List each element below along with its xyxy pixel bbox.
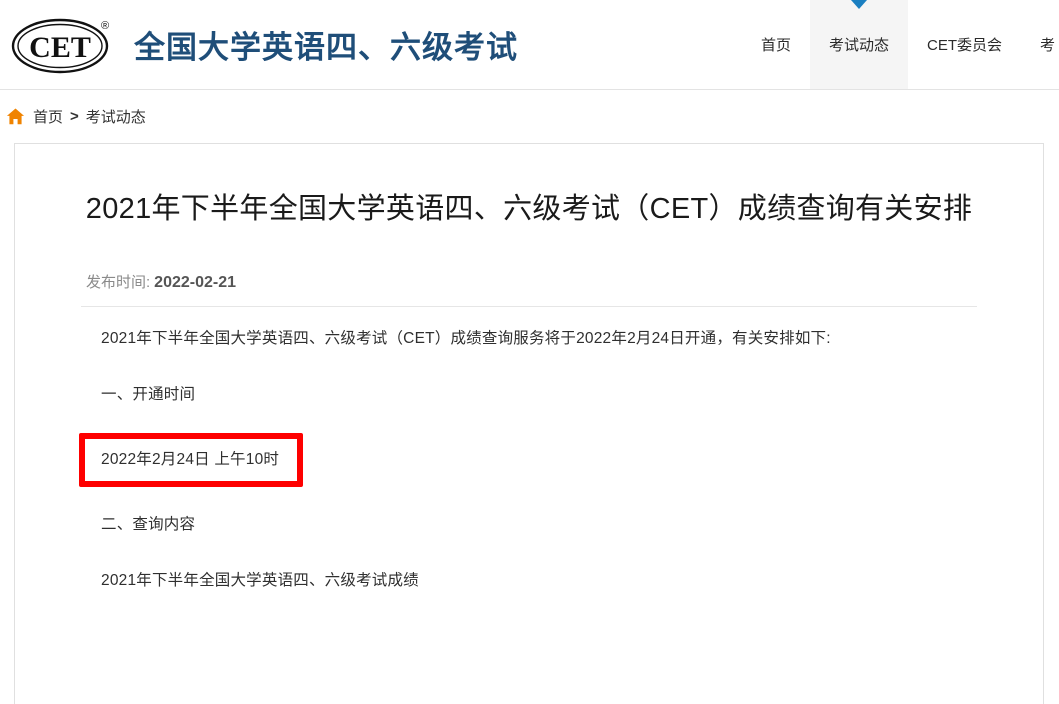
nav-item-exam-news-label: 考试动态	[829, 37, 890, 54]
main-nav: 首页 考试动态 CET委员会 考	[742, 0, 1059, 89]
nav-item-home[interactable]: 首页	[742, 0, 810, 89]
active-tab-caret-icon	[851, 0, 868, 9]
article: 2021年下半年全国大学英语四、六级考试（CET）成绩查询有关安排 发布时间: 2…	[15, 144, 1043, 609]
nav-item-truncated-label: 考	[1040, 37, 1056, 54]
cet-logo-wordmark: CET	[29, 31, 91, 64]
article-paragraph-query-content: 2021年下半年全国大学英语四、六级考试成绩	[101, 572, 419, 590]
article-body: 2021年下半年全国大学英语四、六级考试（CET）成绩查询服务将于2022年2月…	[79, 307, 977, 609]
breadcrumb: 首页 > 考试动态	[0, 90, 1059, 143]
nav-item-home-label: 首页	[761, 37, 792, 54]
article-title: 2021年下半年全国大学英语四、六级考试（CET）成绩查询有关安排	[85, 193, 973, 225]
article-paragraph-open-time-row: 2022年2月24日 上午10时	[79, 423, 977, 497]
publish-time-label: 发布时间:	[86, 273, 151, 291]
nav-item-cet-committee[interactable]: CET委员会	[908, 0, 1021, 89]
article-paragraph-intro: 2021年下半年全国大学英语四、六级考试（CET）成绩查询服务将于2022年2月…	[101, 329, 831, 347]
publish-date: 2022-02-21	[154, 273, 237, 291]
site-header: CET ® 全国大学英语四、六级考试 首页 考试动态 CET委员会 考	[0, 0, 1059, 90]
article-meta: 发布时间: 2022-02-21	[81, 271, 977, 307]
article-card: 2021年下半年全国大学英语四、六级考试（CET）成绩查询有关安排 发布时间: 2…	[14, 143, 1044, 704]
brand-title: 全国大学英语四、六级考试	[134, 30, 518, 65]
nav-item-truncated[interactable]: 考	[1021, 0, 1059, 89]
article-heading-open-time: 一、开通时间	[101, 385, 196, 403]
cet-logo-icon: CET ®	[11, 18, 109, 73]
nav-item-exam-news[interactable]: 考试动态	[810, 0, 909, 89]
home-icon[interactable]	[6, 107, 25, 126]
nav-item-cet-committee-label: CET委员会	[927, 37, 1003, 54]
registered-trademark-icon: ®	[101, 20, 109, 32]
breadcrumb-item-exam-news[interactable]: 考试动态	[86, 106, 146, 127]
breadcrumb-item-home[interactable]: 首页	[33, 106, 63, 127]
article-heading-query-content: 二、查询内容	[101, 516, 196, 534]
breadcrumb-separator: >	[70, 108, 79, 125]
highlight-annotation-box: 2022年2月24日 上午10时	[79, 433, 304, 488]
site-brand[interactable]: CET ® 全国大学英语四、六级考试	[8, 14, 518, 76]
